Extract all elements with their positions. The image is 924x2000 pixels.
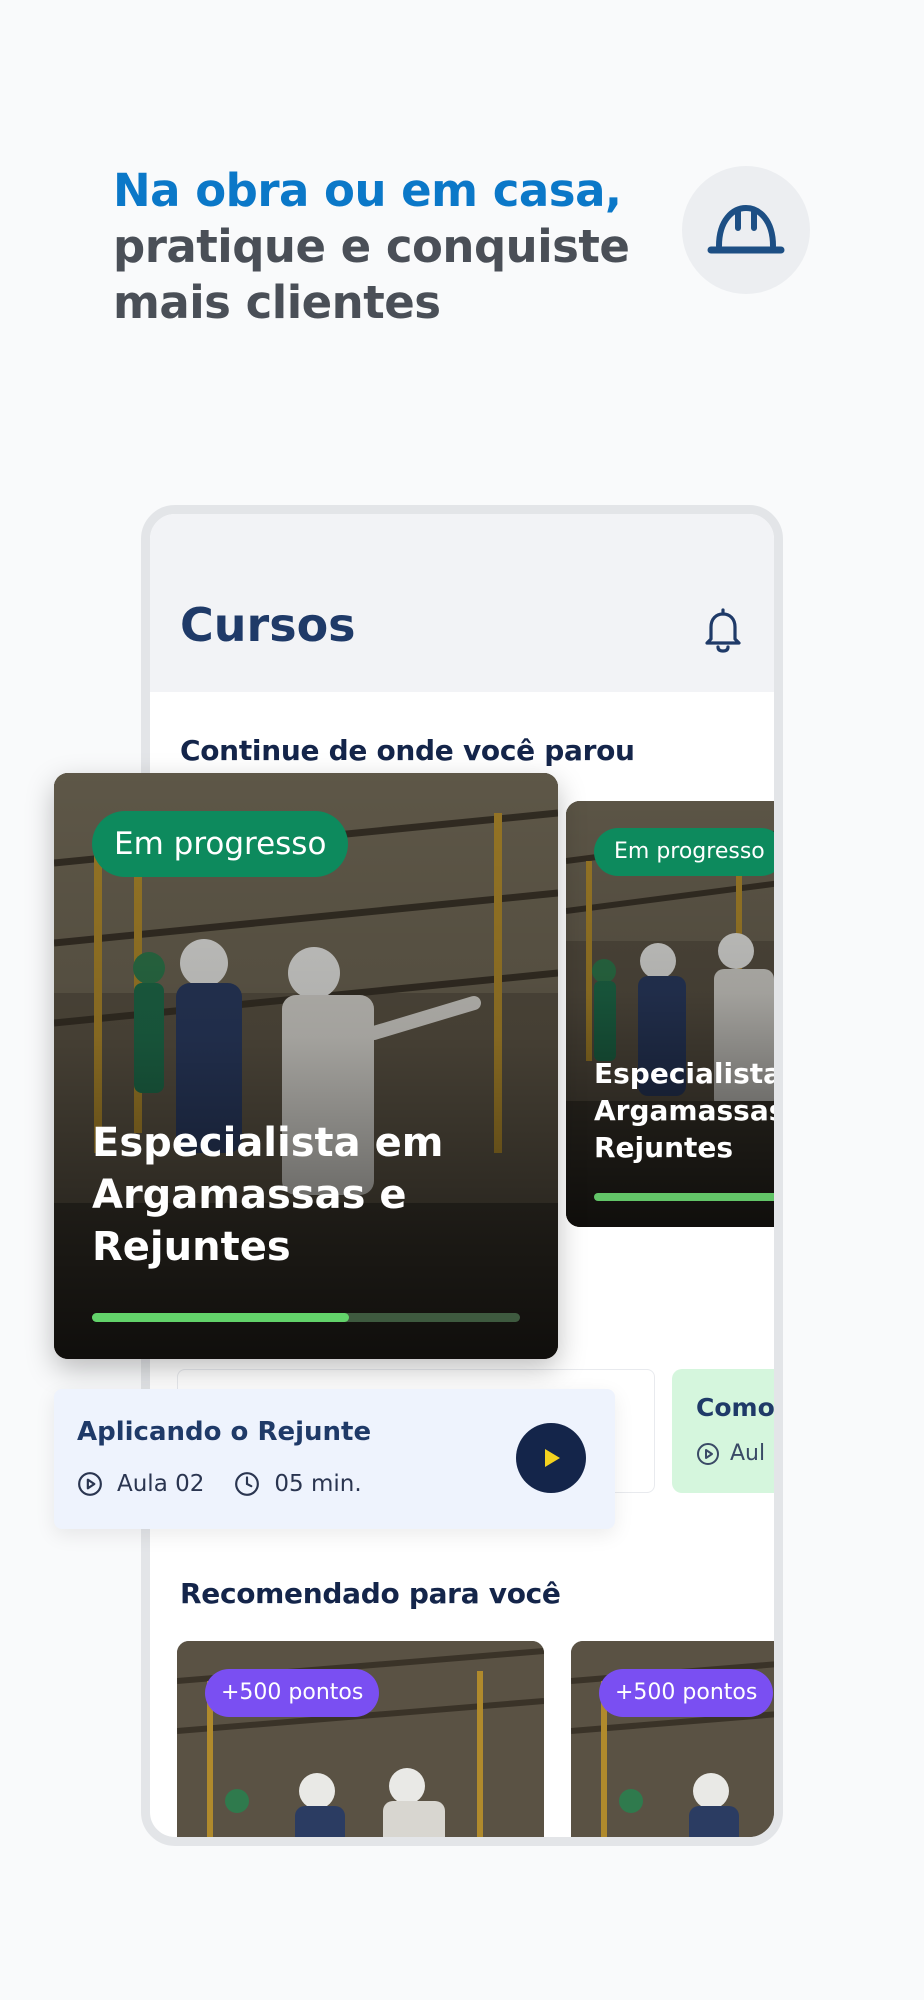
headline-line-1: Na obra ou em casa, (113, 164, 622, 217)
points-badge: +500 pontos (205, 1669, 380, 1717)
headline-line-3: mais clientes (113, 276, 441, 329)
bell-icon[interactable] (703, 607, 743, 653)
lesson-title: Como (696, 1393, 775, 1422)
course-title: Especialista em Argamassas e Rejuntes (92, 1120, 444, 1270)
lesson-duration: 05 min. (274, 1471, 362, 1497)
course-card-secondary[interactable]: Em progresso Especialista em Argamassas … (566, 801, 783, 1227)
points-badge: +500 pontos (599, 1669, 774, 1717)
play-button[interactable] (516, 1423, 586, 1493)
lesson-duration-item: 05 min. (234, 1471, 362, 1497)
app-header: Cursos (150, 514, 774, 692)
play-circle-icon (78, 1472, 102, 1496)
helmet-badge (682, 166, 810, 294)
course-card-featured[interactable]: Em progresso Especialista em Argamassas … (54, 773, 558, 1359)
recommended-section-title: Recomendado para você (180, 1577, 561, 1610)
lesson-meta: Aula 02 05 min. (77, 1471, 392, 1497)
progress-bar (594, 1193, 774, 1201)
clock-icon (235, 1472, 260, 1496)
continue-section-title: Continue de onde você parou (180, 734, 635, 767)
progress-track (92, 1313, 520, 1322)
lesson-number: Aula 02 (117, 1471, 205, 1497)
recommended-card[interactable]: +500 pontos (571, 1641, 774, 1837)
headline-line-2: pratique e conquiste (113, 220, 630, 273)
lesson-meta: Aul (696, 1441, 765, 1466)
lesson-title: Aplicando o Rejunte (77, 1417, 372, 1447)
lesson-number: Aul (730, 1441, 766, 1466)
course-title: Especialista em Argamassas e Rejuntes (594, 1057, 783, 1164)
lesson-card-next[interactable]: Como Aul (672, 1369, 775, 1493)
recommended-card[interactable]: +500 pontos (177, 1641, 544, 1837)
status-badge: Em progresso (92, 811, 349, 877)
play-icon (545, 1449, 560, 1467)
status-badge: Em progresso (594, 828, 774, 876)
lesson-card-current[interactable]: Aplicando o Rejunte Aula 02 05 min. (54, 1389, 615, 1529)
page-title: Cursos (180, 598, 356, 652)
helmet-icon (707, 204, 785, 254)
headline: Na obra ou em casa, pratique e conquiste… (113, 163, 673, 331)
play-circle-icon (697, 1442, 719, 1465)
lesson-number-item: Aula 02 (77, 1471, 204, 1497)
progress-fill (92, 1313, 349, 1322)
